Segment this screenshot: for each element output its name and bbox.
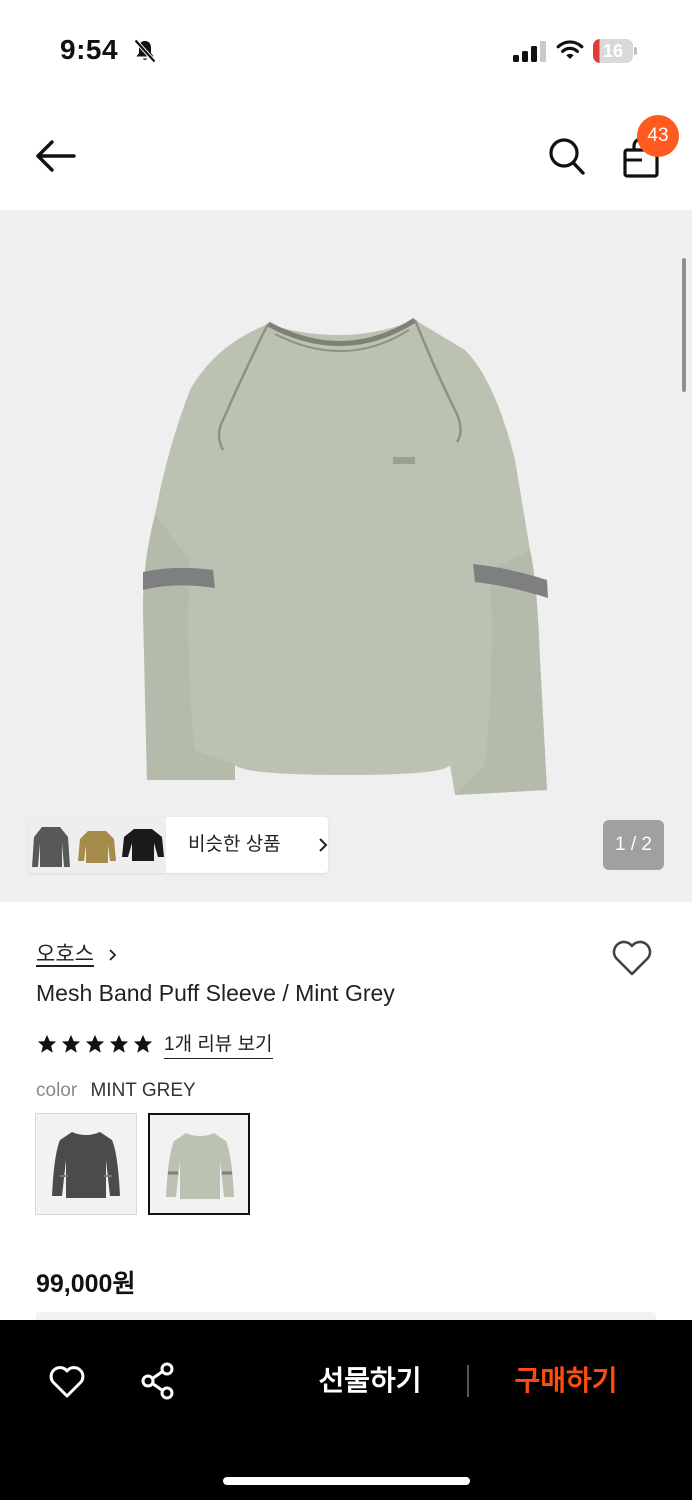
home-indicator [223,1477,470,1485]
star-icon [133,1034,153,1053]
star-icon [61,1034,81,1053]
similar-products-label: 비슷한 상품 [188,834,281,855]
swatch-mint-grey-shirt-image [166,1133,234,1199]
similar-thumb-1 [28,817,74,873]
signal-icon [513,41,546,62]
back-arrow-icon[interactable] [34,138,78,174]
product-name: Mesh Band Puff Sleeve / Mint Grey [36,980,395,1006]
rating-row: 1개 리뷰 보기 [36,1029,273,1059]
similar-thumb-image-1 [32,827,70,867]
gift-button[interactable]: 선물하기 [300,1356,440,1406]
brand-row[interactable]: 오호스 [36,938,118,968]
star-icon [37,1034,57,1053]
similar-thumb-image-2 [78,831,116,863]
wishlist-heart-icon[interactable] [610,938,654,978]
top-nav-bar [0,100,692,210]
swatch-charcoal-shirt-image [52,1132,120,1198]
chevron-right-icon [319,838,328,852]
chevron-right-icon [109,949,117,962]
star-icon [109,1034,129,1053]
buy-button[interactable]: 구매하기 [496,1356,636,1406]
product-price: 99,000원 [36,1270,136,1298]
status-time: 9:54 [60,34,119,65]
heart-icon[interactable] [48,1364,86,1400]
section-divider [36,1312,656,1320]
brand-name-link[interactable]: 오호스 [36,943,94,966]
similar-thumb-3 [120,817,166,873]
share-icon[interactable] [140,1362,176,1400]
color-value: MINT GREY [90,1080,196,1101]
bottom-action-bar: 선물하기 구매하기 [0,1320,692,1500]
similar-thumb-2 [74,817,120,873]
bar-divider [467,1365,469,1397]
search-icon[interactable] [548,136,586,176]
color-row: color MINT GREY [36,1080,196,1102]
battery-icon: 16 [593,39,637,63]
color-label: color [36,1080,78,1101]
similar-products-button[interactable]: 비슷한 상품 [28,817,328,873]
battery-tip [634,47,637,55]
vertical-scroll-indicator [682,258,686,392]
similar-thumb-image-3 [122,829,164,861]
status-bar: 9:54 16 [0,0,692,100]
review-link[interactable]: 1개 리뷰 보기 [164,1029,273,1059]
cart-count-badge: 43 [637,115,679,157]
color-swatch-charcoal[interactable] [35,1113,137,1215]
star-icon [85,1034,105,1053]
product-image-gallery[interactable]: 비슷한 상품 1 / 2 [0,210,692,902]
bell-slash-icon [134,39,156,63]
color-swatch-mint-grey[interactable] [148,1113,250,1215]
battery-percent: 16 [602,41,624,61]
product-photo-mint-grey-shirt [143,317,548,795]
wifi-icon [556,40,584,59]
image-page-indicator: 1 / 2 [603,820,664,870]
